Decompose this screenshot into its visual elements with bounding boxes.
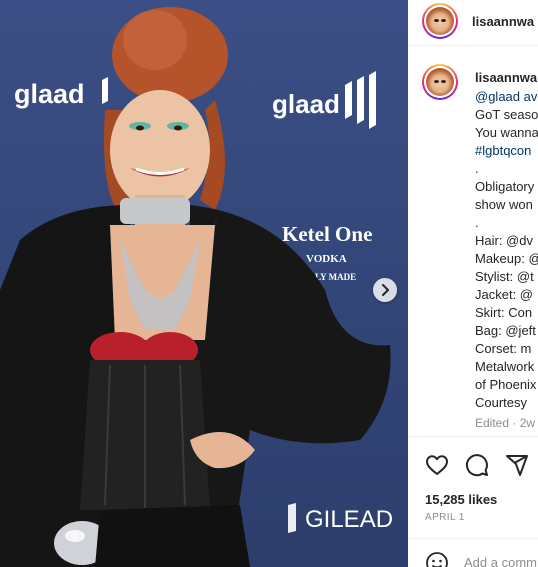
backdrop-logo-5: LY MADE bbox=[315, 272, 356, 282]
metal-collar bbox=[120, 198, 190, 224]
post-date[interactable]: APRIL 1 bbox=[425, 512, 465, 523]
caption-line: Metalwork bbox=[475, 359, 535, 374]
caption-line: . bbox=[475, 215, 479, 230]
avatar[interactable] bbox=[422, 3, 458, 39]
caption-line: Makeup: @ bbox=[475, 251, 538, 266]
caption-line: Courtesy bbox=[475, 395, 528, 410]
caption-line: Stylist: @t bbox=[475, 269, 534, 284]
caption-text: @glaad av GoT seaso You wanna #lgbtqcon. Obl… bbox=[475, 88, 538, 412]
backdrop-logo-1: glaad bbox=[14, 79, 85, 109]
chevron-right-icon bbox=[382, 284, 389, 296]
caption-line: Hair: @dv bbox=[475, 233, 533, 248]
caption-line: of Phoenix bbox=[475, 377, 537, 392]
backdrop-logo-7: GILEAD bbox=[305, 506, 393, 533]
face bbox=[110, 90, 210, 210]
photo-illustration: glaad glaad Ketel One VODKA LY MADE glaa… bbox=[0, 7, 393, 567]
comment-bar: Add a comm bbox=[408, 538, 538, 567]
comment-input[interactable]: Add a comm bbox=[464, 555, 537, 567]
caption-avatar[interactable] bbox=[422, 64, 458, 100]
glaad-mark-2 bbox=[345, 71, 376, 129]
caption-line: Corset: m bbox=[475, 341, 532, 356]
backdrop-logo-2: glaad bbox=[272, 89, 340, 119]
caption-line: . bbox=[475, 161, 479, 176]
comment-icon[interactable] bbox=[465, 453, 489, 477]
share-icon[interactable] bbox=[505, 453, 529, 477]
caption-line[interactable]: #lgbtqcon bbox=[475, 142, 538, 160]
caption-username[interactable]: lisaannwa bbox=[475, 70, 537, 85]
caption-line[interactable]: @glaad av bbox=[475, 88, 538, 106]
action-bar bbox=[408, 436, 538, 490]
backdrop-logo-4: VODKA bbox=[306, 253, 347, 265]
edited-timestamp: Edited · 2w bbox=[475, 416, 536, 430]
header-username[interactable]: lisaannwa bbox=[472, 14, 534, 29]
caption-line: show won bbox=[475, 197, 533, 212]
post-photo[interactable]: glaad glaad Ketel One VODKA LY MADE glaa… bbox=[0, 0, 408, 567]
caption-line: You wanna bbox=[475, 125, 538, 140]
post-side-panel: lisaannwa lisaannwa @glaad av GoT seaso Yo… bbox=[408, 0, 538, 567]
emoji-icon[interactable] bbox=[425, 551, 449, 567]
caption-line: Skirt: Con bbox=[475, 305, 533, 320]
caption-line: Obligatory bbox=[475, 179, 535, 194]
caption-line: GoT seaso bbox=[475, 107, 538, 122]
heart-icon[interactable] bbox=[425, 453, 449, 477]
next-photo-button[interactable] bbox=[373, 278, 397, 302]
likes-count[interactable]: 15,285 likes bbox=[425, 492, 497, 507]
backdrop-logo-3: Ketel One bbox=[282, 222, 372, 246]
caption-line: Jacket: @ bbox=[475, 287, 533, 302]
glaad-mark-1 bbox=[102, 77, 108, 104]
caption-line: Bag: @jeft bbox=[475, 323, 536, 338]
post-header: lisaannwa bbox=[408, 0, 538, 46]
caption-area: lisaannwa @glaad av GoT seaso You wanna #lg… bbox=[408, 46, 538, 436]
